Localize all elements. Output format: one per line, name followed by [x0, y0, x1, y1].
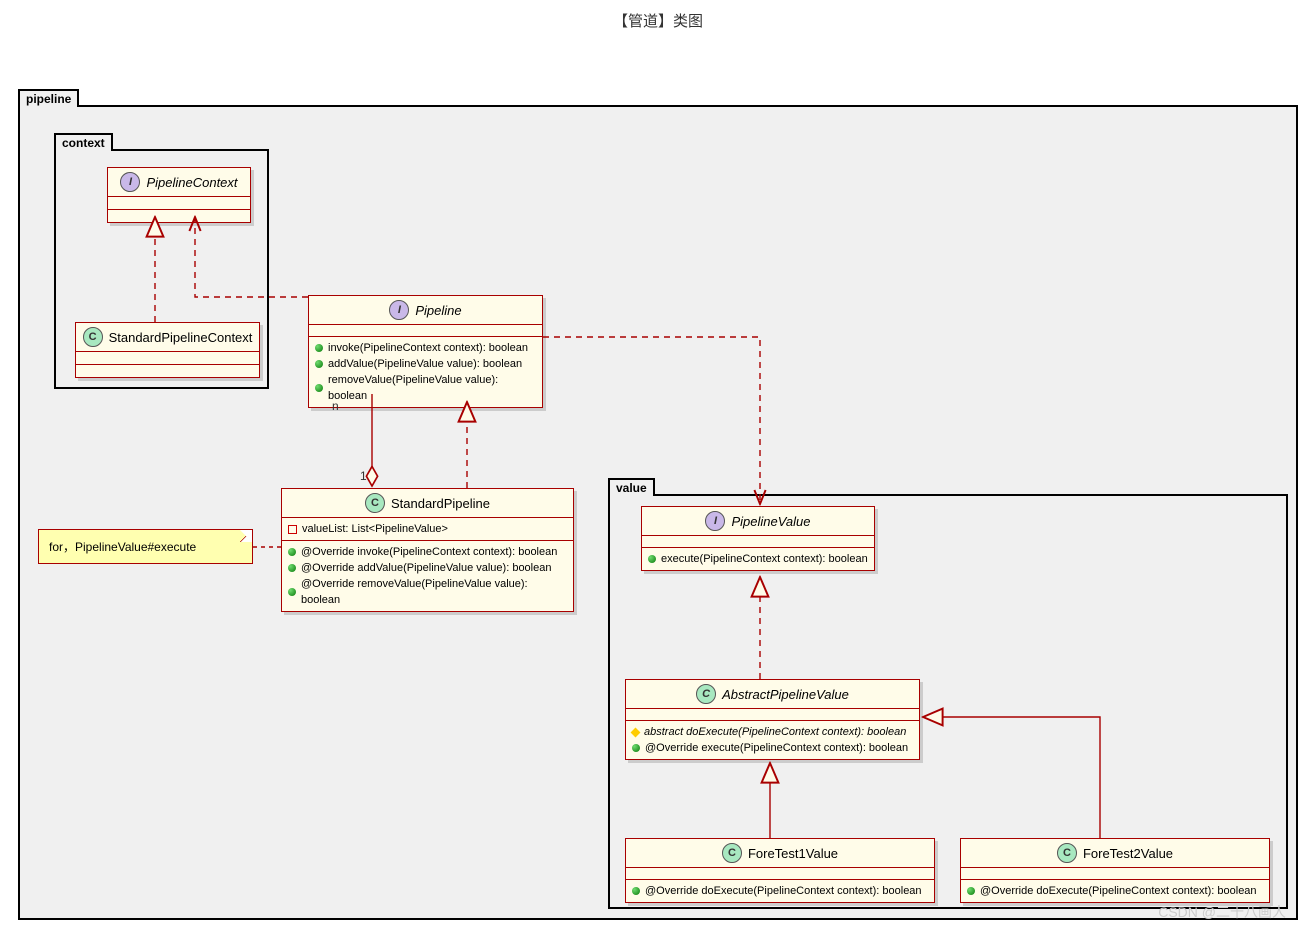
canvas: pipeline context value IPipelineContext … [0, 37, 1316, 930]
connectors [0, 37, 1316, 930]
page-title: 【管道】类图 [0, 0, 1316, 37]
